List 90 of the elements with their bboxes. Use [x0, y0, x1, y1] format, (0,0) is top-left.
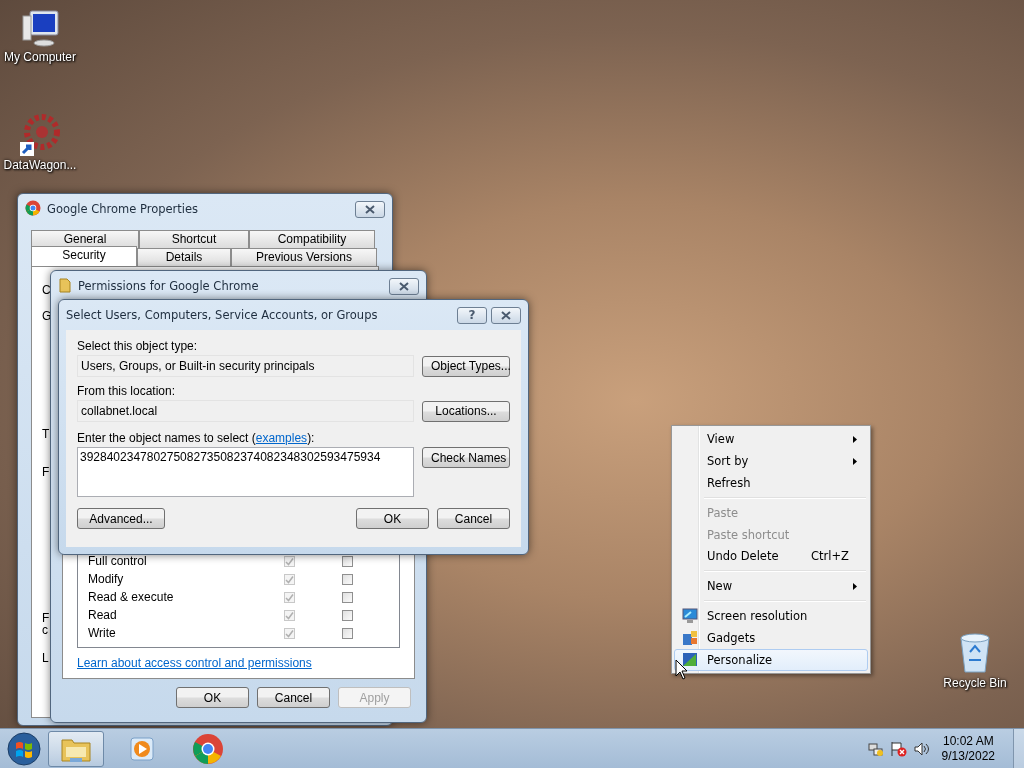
- check-names-button[interactable]: Check Names: [422, 447, 510, 468]
- network-icon[interactable]: [867, 740, 884, 757]
- permission-name: Full control: [88, 554, 148, 568]
- menu-item[interactable]: Personalize: [674, 649, 868, 672]
- menu-item[interactable]: Refresh: [674, 471, 868, 494]
- mouse-cursor-icon: [675, 659, 688, 680]
- permission-name: Write: [88, 626, 117, 640]
- help-button[interactable]: ?: [457, 306, 487, 324]
- menu-item[interactable]: New: [674, 575, 868, 598]
- location-field: collabnet.local: [77, 400, 414, 422]
- window-title: Select Users, Computers, Service Accounts, or Groups: [66, 308, 379, 322]
- checkbox[interactable]: [284, 573, 295, 585]
- icon-label: DataWagon...: [3, 158, 77, 172]
- cut-label: C: [42, 283, 50, 297]
- field-label: Enter the object names to select (examples):: [77, 430, 316, 447]
- dialog-button[interactable]: OK: [176, 687, 249, 708]
- checkbox[interactable]: [342, 591, 353, 603]
- object-type-field: Users, Groups, or Built-in security principals: [77, 355, 414, 377]
- clock-time: 10:02 AM: [942, 733, 994, 749]
- personalize-icon: [682, 652, 698, 669]
- window-title: Google Chrome Properties: [47, 202, 200, 216]
- help-link[interactable]: Learn about access control and permissions: [77, 656, 312, 670]
- tab[interactable]: Compatibility: [249, 230, 375, 248]
- clock[interactable]: 10:02 AM 9/13/2022: [941, 733, 995, 764]
- cut-label: L: [42, 651, 50, 665]
- permission-name: Modify: [88, 572, 125, 586]
- recycle-bin-icon: [957, 630, 993, 674]
- menu-item[interactable]: Undo Delete Ctrl+Z: [674, 545, 868, 568]
- checkbox[interactable]: [342, 573, 353, 585]
- tab[interactable]: Security: [31, 246, 137, 266]
- submenu-arrow-icon: [853, 583, 857, 591]
- tab[interactable]: Previous Versions: [231, 248, 377, 266]
- computer-icon: [20, 8, 60, 48]
- monitor-icon: [682, 608, 698, 625]
- checkbox[interactable]: [284, 555, 295, 567]
- object-types-button[interactable]: Object Types...: [422, 355, 510, 377]
- menu-item[interactable]: View: [674, 428, 868, 450]
- checkbox[interactable]: [284, 609, 295, 621]
- advanced-button[interactable]: Advanced...: [77, 508, 165, 529]
- chrome-icon: [192, 732, 224, 765]
- icon-label: Recycle Bin: [943, 676, 1007, 690]
- field-label: From this location:: [77, 383, 177, 400]
- menu-item[interactable]: Screen resolution: [674, 605, 868, 628]
- icon-label: My Computer: [4, 50, 76, 64]
- start-button[interactable]: [6, 730, 42, 767]
- field-label: Select this object type:: [77, 338, 199, 355]
- menu-item[interactable]: Gadgets: [674, 627, 868, 650]
- permission-name: Read & execute: [88, 590, 175, 604]
- locations-button[interactable]: Locations...: [422, 400, 510, 422]
- cut-label: F: [42, 465, 50, 479]
- checkbox[interactable]: [342, 609, 353, 621]
- close-icon: [365, 204, 375, 214]
- cancel-button[interactable]: Cancel: [437, 508, 510, 529]
- dialog-button[interactable]: Cancel: [257, 687, 330, 708]
- cut-label: F: [42, 611, 50, 625]
- checkbox[interactable]: [342, 555, 353, 567]
- close-icon: [399, 281, 409, 291]
- cut-label: G: [42, 309, 50, 323]
- desktop-icon[interactable]: DataWagon...: [0, 112, 80, 172]
- gadgets-icon: [682, 630, 698, 647]
- chrome-icon: [25, 199, 41, 216]
- permission-name: Read: [88, 608, 118, 622]
- clock-date: 9/13/2022: [941, 748, 995, 764]
- close-button[interactable]: [491, 306, 521, 324]
- flag-icon[interactable]: [889, 740, 908, 757]
- tab[interactable]: Details: [137, 248, 231, 266]
- submenu-arrow-icon: [853, 457, 857, 465]
- ok-button[interactable]: OK: [356, 508, 429, 529]
- desktop-icon[interactable]: My Computer: [0, 8, 80, 64]
- gear-shortcut-icon: [18, 112, 62, 156]
- taskbar-button[interactable]: [48, 730, 104, 767]
- tab[interactable]: Shortcut: [139, 230, 249, 248]
- window-title: Permissions for Google Chrome: [78, 279, 260, 293]
- speaker-icon[interactable]: [913, 740, 930, 757]
- close-button[interactable]: [389, 277, 419, 295]
- checkbox[interactable]: [342, 627, 353, 639]
- checkbox[interactable]: [284, 591, 295, 603]
- close-icon: [501, 310, 511, 320]
- examples-link[interactable]: examples: [255, 431, 308, 445]
- cut-label: T: [42, 427, 50, 441]
- desktop-icon[interactable]: Recycle Bin: [935, 630, 1015, 690]
- cut-label: c: [42, 623, 49, 637]
- show-desktop-button[interactable]: [1013, 729, 1024, 768]
- object-names-field[interactable]: 392840234780275082735082374082348302593475934: [77, 447, 414, 497]
- media-player-icon: [128, 734, 156, 763]
- submenu-arrow-icon: [853, 435, 857, 443]
- close-button[interactable]: [355, 200, 385, 218]
- menu-item[interactable]: Sort by: [674, 449, 868, 472]
- checkbox[interactable]: [284, 627, 295, 639]
- folder-icon: [58, 276, 72, 293]
